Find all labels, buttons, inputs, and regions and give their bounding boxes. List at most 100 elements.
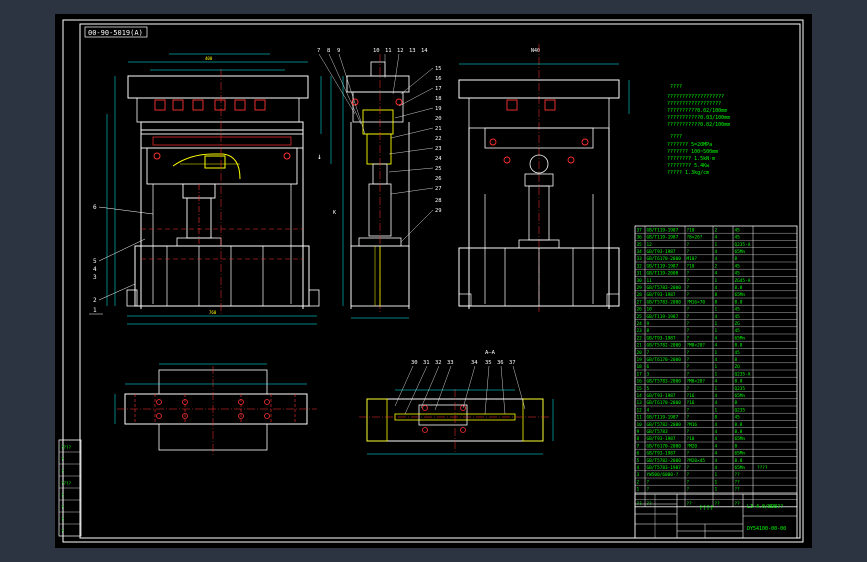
left-revision-table: ?????????????? <box>58 439 82 537</box>
bom-cell-mat: 8 <box>735 357 738 363</box>
svg-text:17: 17 <box>435 86 442 92</box>
svg-text:29: 29 <box>435 208 442 214</box>
svg-text:400: 400 <box>205 56 213 61</box>
bom-cell-qty: 4 <box>715 235 718 241</box>
bom-cell-code: GB/T93-1987 <box>647 292 676 298</box>
svg-text:3: 3 <box>93 274 97 281</box>
svg-text:37: 37 <box>509 360 516 366</box>
bom-cell-qty: 4 <box>715 436 718 442</box>
bom-cell-name: ?M20×45 <box>687 458 706 464</box>
bom-cell-code: GB/T119-1987 <box>647 227 679 233</box>
bom-cell-mat: 8.8 <box>735 299 743 305</box>
bom-cell-name: ?M8×20? <box>687 379 706 385</box>
bom-cell-mat: 45 <box>735 235 741 241</box>
bom-cell-no: 37 <box>637 227 643 233</box>
bom-cell-code: ? <box>647 479 650 485</box>
bom-cell-code: 8 <box>647 328 650 334</box>
svg-text:16: 16 <box>435 76 442 82</box>
svg-text:20: 20 <box>435 116 442 122</box>
bom-cell-mat: 45 <box>735 307 741 313</box>
bom-cell-name: ? <box>687 335 690 341</box>
bom-cell-name: ? <box>687 451 690 457</box>
bom-cell-code: GB/T6170-2000 <box>647 256 682 262</box>
svg-text:??????? 100~500mm: ??????? 100~500mm <box>667 149 718 155</box>
drawing-code-2: DY54100-00-00 <box>747 526 786 532</box>
bom-cell-qty: 1 <box>715 487 718 493</box>
bom-cell-no: 10 <box>637 422 643 428</box>
notes-heading-1: ???? <box>670 84 682 90</box>
bom-cell-name: ? <box>687 285 690 291</box>
bom-cell-name: ? <box>687 364 690 370</box>
bom-cell-code: 6 <box>647 364 650 370</box>
bom-cell-mat: 45 <box>735 415 741 421</box>
bom-cell-name: ? <box>687 465 690 471</box>
bom-cell-no: 16 <box>637 379 643 385</box>
bom-cell-qty: ?? <box>715 501 721 507</box>
bom-cell-no: 21 <box>637 343 643 349</box>
bom-cell-code: GB/T6170-2000 <box>647 400 682 406</box>
svg-text:???????? 5.4Kw: ???????? 5.4Kw <box>667 163 710 169</box>
bom-cell-name: ? <box>687 271 690 277</box>
svg-text:13: 13 <box>409 48 416 54</box>
bom-cell-no: 23 <box>637 328 643 334</box>
bom-cell-name: ? <box>687 328 690 334</box>
bom-cell-no: 1 <box>637 487 640 493</box>
bom-cell-name: ? <box>687 371 690 377</box>
bom-cell-qty: 4 <box>715 285 718 291</box>
bom-cell-qty: 1 <box>715 242 718 248</box>
bom-cell-qty: 4 <box>715 443 718 449</box>
bom-cell-mat: ?? <box>735 472 741 478</box>
svg-text:????? 1.3kg/cm: ????? 1.3kg/cm <box>667 170 709 176</box>
view-label: K <box>333 210 336 216</box>
svg-text:27: 27 <box>435 186 442 192</box>
top-dim-label: N40 <box>531 48 540 54</box>
svg-text:??????????????????: ?????????????????? <box>667 101 721 107</box>
bom-cell-code: GB/T93-1987 <box>647 451 676 457</box>
bom-cell-code: 11 <box>647 278 653 284</box>
bom-cell-qty: 2 <box>715 227 718 233</box>
bom-cell-name: ? <box>687 278 690 284</box>
bom-cell-code: GB/T5783-2000 <box>647 379 682 385</box>
bom-cell-no: 2 <box>637 479 640 485</box>
bom-cell-mat: Q235-A <box>735 242 751 248</box>
bom-cell-qty: 1 <box>715 307 718 313</box>
svg-text:???????? 1.5kN·m: ???????? 1.5kN·m <box>667 156 715 162</box>
rear-view: N40 <box>458 44 630 314</box>
bom-cell-no: 29 <box>637 285 643 291</box>
svg-text:9: 9 <box>337 48 340 54</box>
bom-cell-code: GB/T5783-2000 <box>647 299 682 305</box>
bom-cell-code: GB/T119-2000 <box>647 271 679 277</box>
bom-cell-qty: 1 <box>715 472 718 478</box>
bom-cell-mat: ZG <box>735 321 741 327</box>
bom-cell-name: M10? <box>687 256 698 262</box>
bom-cell-name: ?10 <box>687 263 695 269</box>
left-table-cell: ???? <box>61 481 72 486</box>
notes-heading-2: ???? <box>670 134 682 140</box>
section-label: A—A <box>485 350 496 356</box>
bom-cell-name: ? <box>687 479 690 485</box>
bom-cell-no: 22 <box>637 335 643 341</box>
bom-cell-qty: 4 <box>715 271 718 277</box>
bom-cell-no: 24 <box>637 321 643 327</box>
left-table-cell: ? <box>61 493 64 498</box>
bom-cell-mat: 45 <box>735 350 741 356</box>
bom-cell-code: 3 <box>647 371 650 377</box>
cad-drawing: 00-90-5019(A) 400 760 6 5 4 3 2 1 K ↓ 7 … <box>58 19 804 543</box>
bom-note: ???? <box>757 465 768 471</box>
bom-cell-qty: 4 <box>715 249 718 255</box>
bom-cell-code: GB/T119-1987 <box>647 314 679 320</box>
bom-cell-no: 8 <box>637 436 640 442</box>
plan-view <box>114 363 317 456</box>
bom-cell-no: 30 <box>637 278 643 284</box>
bom-cell-name: ?M16×70 <box>687 299 706 305</box>
bom-cell-code: GB/T93-1987 <box>647 393 676 399</box>
bom-cell-no: 12 <box>637 407 643 413</box>
bom-cell-qty: 4 <box>715 458 718 464</box>
bom-cell-name: ?10 <box>687 436 695 442</box>
bom-cell-mat: ?? <box>735 479 741 485</box>
bom-cell-mat: Q235 <box>735 386 746 392</box>
svg-text:10: 10 <box>373 48 380 54</box>
front-view: 400 760 <box>106 53 332 325</box>
bom-cell-name: ?16 <box>687 393 695 399</box>
svg-text:??????????0.02/100mm: ??????????0.02/100mm <box>667 108 727 114</box>
